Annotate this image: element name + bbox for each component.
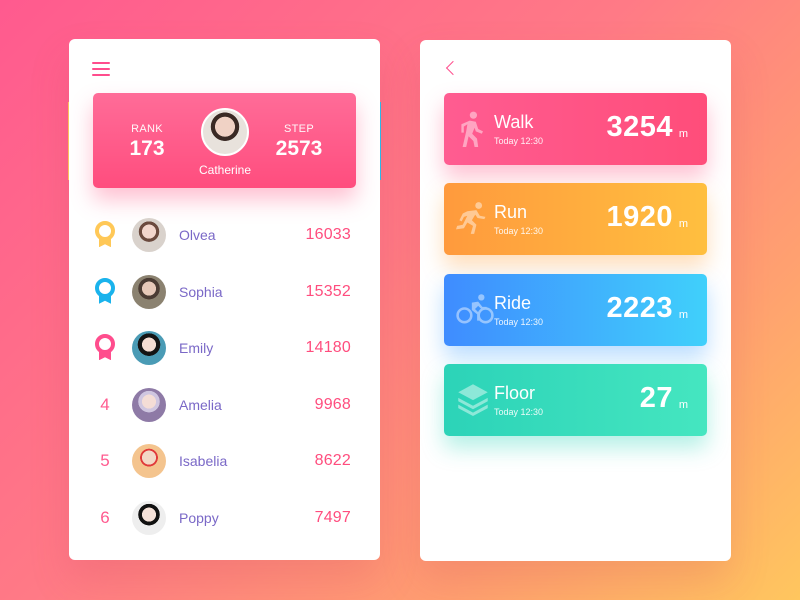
list-item[interactable]: 5 Isabelia 8622	[69, 433, 380, 490]
layers-icon	[456, 382, 490, 418]
rank-stat: RANK 173	[112, 123, 182, 161]
leaderboard-list: Olvea 16033 Sophia 15352 Emily 14180 4 Amelia 99…	[69, 207, 380, 546]
activity-card-run[interactable]: Run Today 12:30 1920 m	[444, 183, 707, 255]
activity-value: 2223	[606, 292, 673, 324]
activity-value: 3254	[606, 111, 673, 143]
profile-card: RANK 173 Catherine STEP 2573	[93, 93, 356, 188]
avatar[interactable]	[132, 218, 166, 253]
list-item[interactable]: Sophia 15352	[69, 264, 380, 321]
list-item[interactable]: Emily 14180	[69, 320, 380, 377]
activity-card-walk[interactable]: Walk Today 12:30 3254 m	[444, 93, 707, 165]
person-name: Sophia	[179, 283, 223, 300]
medal-icon	[93, 333, 117, 363]
leaderboard-panel: RANK 173 Catherine STEP 2573 Olvea 16033 S…	[69, 39, 380, 560]
activity-time: Today 12:30	[494, 226, 544, 236]
rank-number: 4	[93, 390, 117, 420]
run-icon	[456, 201, 490, 237]
rank-number: 5	[93, 446, 117, 476]
person-name: Amelia	[179, 396, 222, 413]
activity-time: Today 12:30	[494, 407, 544, 417]
activity-value: 1920	[606, 201, 673, 233]
bike-icon	[456, 292, 494, 328]
person-score: 16033	[305, 226, 351, 244]
person-score: 8622	[314, 452, 351, 470]
activity-value: 27	[639, 382, 673, 414]
profile-name: Catherine	[198, 163, 252, 177]
person-name: Isabelia	[179, 453, 228, 470]
person-score: 14180	[305, 339, 351, 357]
rank-number-text: 5	[100, 451, 110, 471]
activity-time: Today 12:30	[494, 136, 544, 146]
rank-number-text: 4	[100, 394, 110, 414]
activity-unit: m	[678, 399, 688, 411]
list-item[interactable]: Olvea 16033	[69, 207, 380, 264]
person-name: Poppy	[179, 509, 219, 526]
avatar[interactable]	[132, 387, 166, 422]
person-score: 9968	[314, 395, 351, 413]
avatar[interactable]	[132, 331, 166, 366]
person-score: 15352	[305, 282, 351, 300]
activity-name: Ride	[494, 293, 532, 313]
activity-unit: m	[678, 309, 688, 321]
rank-value: 173	[129, 137, 165, 160]
step-label: STEP	[284, 123, 314, 135]
activity-panel: Walk Today 12:30 3254 m Run Today 12:30 1920 m R…	[420, 40, 731, 561]
activity-card-floor[interactable]: Floor Today 12:30 27 m	[444, 364, 707, 436]
rank-number-text: 6	[100, 507, 110, 527]
avatar[interactable]	[201, 108, 249, 156]
activity-unit: m	[678, 128, 688, 140]
rank-label: RANK	[131, 123, 163, 135]
activity-name: Floor	[494, 383, 536, 403]
avatar[interactable]	[132, 444, 166, 479]
chevron-left-icon[interactable]	[444, 59, 458, 77]
medal-icon	[93, 220, 117, 250]
hamburger-menu-icon[interactable]	[92, 62, 110, 76]
person-name: Olvea	[179, 227, 216, 244]
activity-unit: m	[678, 218, 688, 230]
avatar[interactable]	[132, 274, 166, 309]
person-score: 7497	[314, 508, 351, 526]
step-stat: STEP 2573	[264, 123, 334, 161]
rank-number: 6	[93, 503, 117, 533]
list-item[interactable]: 4 Amelia 9968	[69, 377, 380, 434]
activity-time: Today 12:30	[494, 317, 544, 327]
medal-icon	[93, 277, 117, 307]
person-name: Emily	[179, 340, 214, 357]
activity-name: Run	[494, 202, 528, 222]
activity-name: Walk	[494, 112, 534, 132]
activity-card-ride[interactable]: Ride Today 12:30 2223 m	[444, 274, 707, 346]
walk-icon	[456, 111, 490, 147]
avatar[interactable]	[132, 500, 166, 535]
list-item[interactable]: 6 Poppy 7497	[69, 490, 380, 547]
step-value: 2573	[275, 137, 323, 160]
